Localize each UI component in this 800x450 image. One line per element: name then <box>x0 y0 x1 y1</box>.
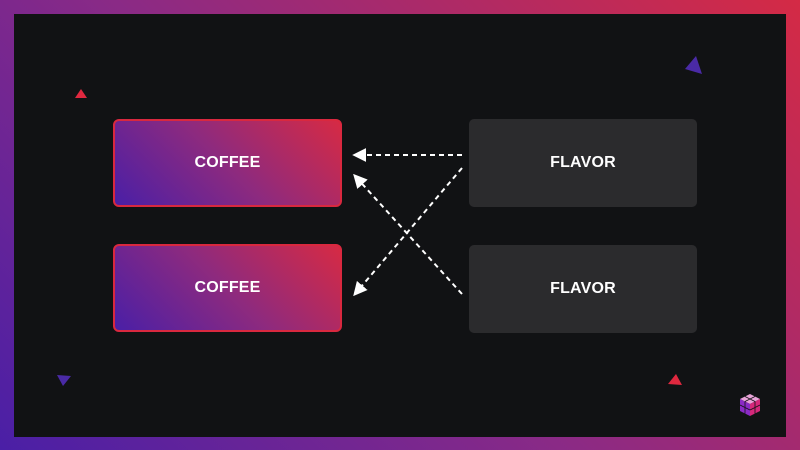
arrow-flavor-top-to-coffee-bottom <box>353 167 463 297</box>
arrow-flavor-bottom-to-coffee-top <box>353 173 463 295</box>
triangle-decoration-icon <box>57 375 71 386</box>
triangle-decoration-icon <box>75 89 87 98</box>
isometric-cube-logo-icon <box>739 394 761 416</box>
triangle-decoration-icon <box>685 56 702 74</box>
triangle-decoration-icon <box>668 374 682 385</box>
